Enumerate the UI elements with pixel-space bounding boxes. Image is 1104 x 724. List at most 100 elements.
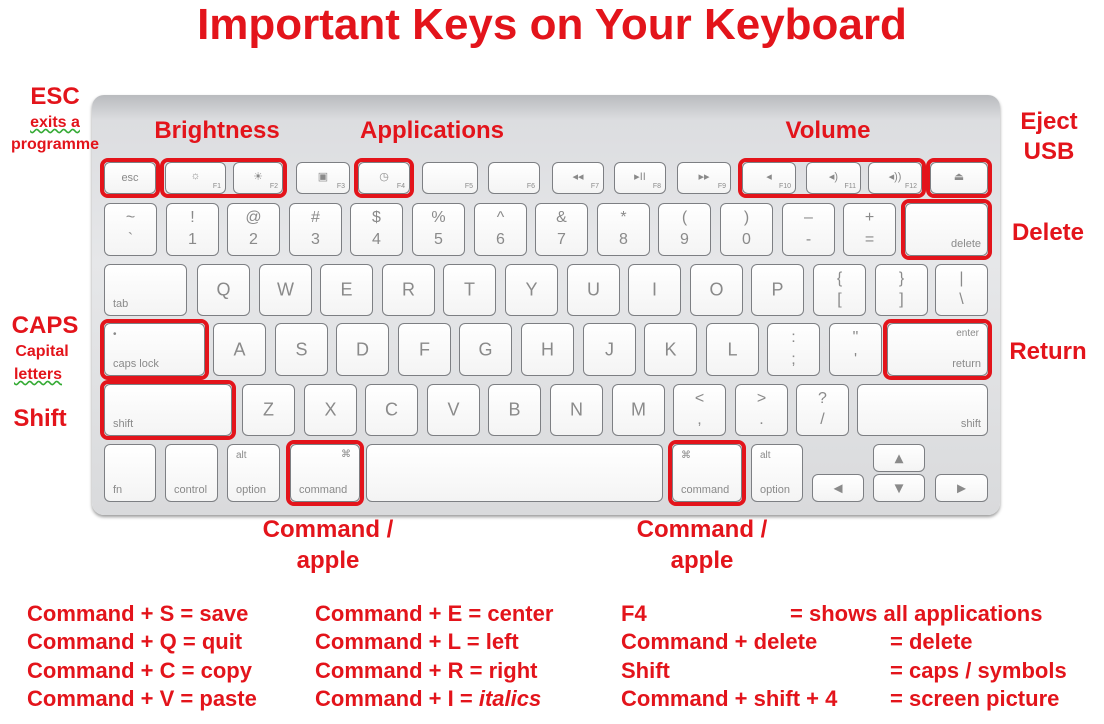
key-legend: J: [605, 339, 614, 359]
key-bottom-6[interactable]: option alt: [751, 444, 803, 502]
key-qrow-8[interactable]: I: [628, 264, 681, 316]
key-numrow-2[interactable]: @2: [227, 203, 280, 256]
key-legend: N: [570, 399, 583, 420]
key-numrow-3[interactable]: #3: [289, 203, 342, 256]
key-bottom-8[interactable]: ▴: [873, 444, 925, 472]
key-numrow-12[interactable]: + =: [843, 203, 896, 256]
key-legend: I: [651, 279, 657, 300]
key-qrow-1[interactable]: Q: [197, 264, 250, 316]
key-arow-7[interactable]: J: [583, 323, 636, 376]
key-zrow-5[interactable]: B: [488, 384, 541, 436]
key-frow-9[interactable]: ▸▸ F9: [677, 162, 731, 194]
key-zrow-11[interactable]: shift: [857, 384, 988, 436]
key-bottom-0[interactable]: fn: [104, 444, 156, 502]
key-legend: F3: [336, 183, 345, 190]
key-legend: ": [852, 329, 859, 346]
shortcut-1-0: Command + E = center: [315, 601, 554, 626]
key-legend: K: [664, 339, 677, 359]
key-zrow-9[interactable]: >.: [735, 384, 788, 436]
key-zrow-4[interactable]: V: [427, 384, 480, 436]
key-arow-6[interactable]: H: [521, 323, 574, 376]
key-qrow-9[interactable]: O: [690, 264, 743, 316]
key-qrow-2[interactable]: W: [259, 264, 312, 316]
key-legend: Y: [525, 279, 538, 300]
key-legend: G: [478, 339, 493, 359]
key-numrow-0[interactable]: ~ `: [104, 203, 157, 256]
key-qrow-7[interactable]: U: [567, 264, 620, 316]
key-numrow-9[interactable]: (9: [658, 203, 711, 256]
key-bottom-7[interactable]: ◂: [812, 474, 864, 502]
key-bottom-10[interactable]: ▸: [935, 474, 988, 502]
key-qrow-4[interactable]: R: [382, 264, 435, 316]
key-legend: F6: [526, 183, 535, 190]
key-legend: W: [277, 279, 294, 300]
key-arow-2[interactable]: S: [275, 323, 328, 376]
key-zrow-2[interactable]: X: [304, 384, 357, 436]
key-legend: 6: [496, 231, 505, 248]
key-arow-3[interactable]: D: [336, 323, 389, 376]
key-bottom-4[interactable]: [366, 444, 663, 502]
key-frow-8[interactable]: ▸II F8: [614, 162, 666, 194]
key-numrow-10[interactable]: ) 0: [720, 203, 773, 256]
key-frow-3[interactable]: ▣ F3: [296, 162, 350, 194]
key-legend: ^: [496, 209, 505, 226]
shortcut-0-1: Command + Q = quit: [27, 629, 243, 655]
key-qrow-13[interactable]: | \: [935, 264, 988, 316]
key-legend: F5: [464, 183, 473, 190]
key-arow-5[interactable]: G: [459, 323, 512, 376]
key-numrow-1[interactable]: ! 1: [166, 203, 219, 256]
key-legend: {: [836, 270, 843, 287]
key-zrow-1[interactable]: Z: [242, 384, 295, 436]
key-frow-5[interactable]: F5: [422, 162, 478, 194]
key-numrow-11[interactable]: – -: [782, 203, 835, 256]
key-zrow-7[interactable]: M: [612, 384, 665, 436]
highlight-brightness: [160, 158, 287, 198]
key-bottom-1[interactable]: control: [165, 444, 218, 502]
key-qrow-12[interactable]: }]: [875, 264, 928, 316]
key-qrow-3[interactable]: E: [320, 264, 373, 316]
key-legend: fn: [113, 484, 123, 496]
key-legend: E: [340, 279, 353, 300]
key-bottom-2[interactable]: option alt: [227, 444, 280, 502]
key-numrow-4[interactable]: $4: [350, 203, 403, 256]
key-bottom-9[interactable]: ▾: [873, 474, 925, 502]
key-qrow-10[interactable]: P: [751, 264, 804, 316]
shortcut-3-3: = screen picture: [890, 685, 1060, 711]
key-arow-9[interactable]: L: [706, 323, 759, 376]
key-numrow-7[interactable]: & 7: [535, 203, 588, 256]
key-zrow-3[interactable]: C: [365, 384, 418, 436]
key-numrow-8[interactable]: * 8: [597, 203, 650, 256]
key-arow-4[interactable]: F: [398, 323, 451, 376]
key-legend: (: [681, 209, 688, 226]
key-arow-8[interactable]: K: [644, 323, 697, 376]
key-zrow-10[interactable]: ? /: [796, 384, 849, 436]
key-legend: –: [804, 209, 813, 226]
highlight-esc: [100, 158, 160, 198]
key-frow-7[interactable]: ◂◂ F7: [552, 162, 604, 194]
key-qrow-5[interactable]: T: [443, 264, 496, 316]
key-frow-6[interactable]: F6: [488, 162, 540, 194]
key-legend: `: [127, 231, 134, 248]
shortcut-0-2: Command + C = copy: [27, 657, 252, 683]
caps-desc-text: letters: [13, 366, 63, 383]
key-zrow-6[interactable]: N: [550, 384, 603, 436]
shortcut-1-2: Command + R = right: [315, 657, 538, 683]
key-legend: 1: [188, 231, 197, 248]
key-arow-1[interactable]: A: [213, 323, 266, 376]
key-numrow-6[interactable]: ^ 6: [474, 203, 527, 256]
key-legend: ▸II: [634, 171, 646, 183]
label-esc: ESC: [30, 83, 80, 110]
key-legend: F8: [652, 183, 661, 190]
key-arow-11[interactable]: " ': [829, 323, 882, 376]
key-arow-10[interactable]: :;: [767, 323, 820, 376]
key-qrow-0[interactable]: tab: [104, 264, 187, 316]
label-command-right-2: apple: [670, 547, 734, 574]
key-numrow-5[interactable]: % 5: [412, 203, 465, 256]
key-legend: =: [864, 231, 875, 248]
key-qrow-6[interactable]: Y: [505, 264, 558, 316]
key-qrow-11[interactable]: {[: [813, 264, 866, 316]
key-zrow-8[interactable]: <,: [673, 384, 726, 436]
key-legend: ): [743, 209, 750, 226]
key-legend: F9: [717, 183, 726, 190]
key-legend: O: [709, 279, 724, 300]
